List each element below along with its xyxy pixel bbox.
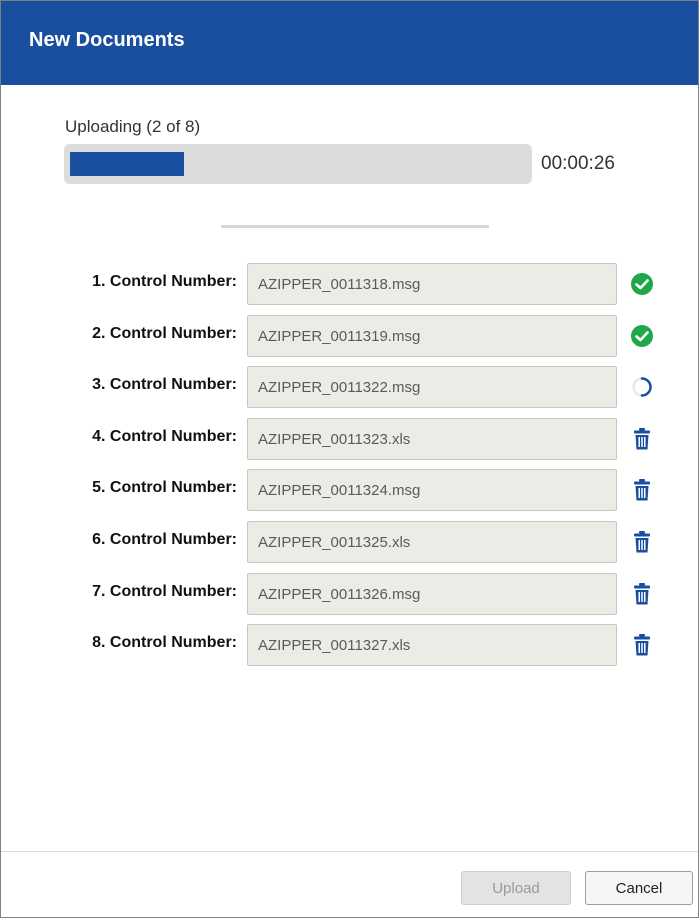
new-documents-dialog: New Documents Uploading (2 of 8) 00:00:2… [0, 0, 699, 918]
document-row: 3. Control Number: [1, 366, 698, 408]
document-row: 1. Control Number: [1, 263, 698, 305]
control-number-label: 8. Control Number: [92, 634, 237, 651]
upload-progress-bar [64, 144, 532, 184]
section-divider [221, 225, 489, 228]
control-number-label: 3. Control Number: [92, 376, 237, 393]
trash-icon[interactable] [629, 426, 655, 452]
document-row: 5. Control Number: [1, 469, 698, 511]
control-number-label: 7. Control Number: [92, 583, 237, 600]
control-number-field[interactable] [247, 521, 617, 563]
document-row: 6. Control Number: [1, 521, 698, 563]
upload-status-label: Uploading (2 of 8) [65, 117, 201, 136]
control-number-field[interactable] [247, 469, 617, 511]
check-circle-icon [629, 271, 655, 297]
dialog-title: New Documents [29, 28, 185, 51]
check-circle-icon [629, 323, 655, 349]
control-number-label: 1. Control Number: [92, 273, 237, 290]
trash-icon[interactable] [629, 581, 655, 607]
trash-icon[interactable] [629, 632, 655, 658]
trash-icon[interactable] [629, 477, 655, 503]
control-number-field[interactable] [247, 263, 617, 305]
footer-divider [1, 851, 698, 852]
document-row: 8. Control Number: [1, 624, 698, 666]
control-number-label: 4. Control Number: [92, 428, 237, 445]
control-number-label: 6. Control Number: [92, 531, 237, 548]
control-number-label: 5. Control Number: [92, 479, 237, 496]
document-row: 7. Control Number: [1, 573, 698, 615]
document-row: 4. Control Number: [1, 418, 698, 460]
control-number-field[interactable] [247, 366, 617, 408]
control-number-field[interactable] [247, 315, 617, 357]
control-number-label: 2. Control Number: [92, 325, 237, 342]
cancel-button[interactable]: Cancel [585, 871, 693, 905]
upload-progress-fill [70, 152, 184, 176]
document-row: 2. Control Number: [1, 315, 698, 357]
spinner-icon [629, 374, 655, 400]
upload-button[interactable]: Upload [461, 871, 571, 905]
elapsed-timer: 00:00:26 [541, 153, 615, 174]
trash-icon[interactable] [629, 529, 655, 555]
dialog-header: New Documents [1, 1, 698, 85]
control-number-field[interactable] [247, 624, 617, 666]
control-number-field[interactable] [247, 418, 617, 460]
control-number-field[interactable] [247, 573, 617, 615]
